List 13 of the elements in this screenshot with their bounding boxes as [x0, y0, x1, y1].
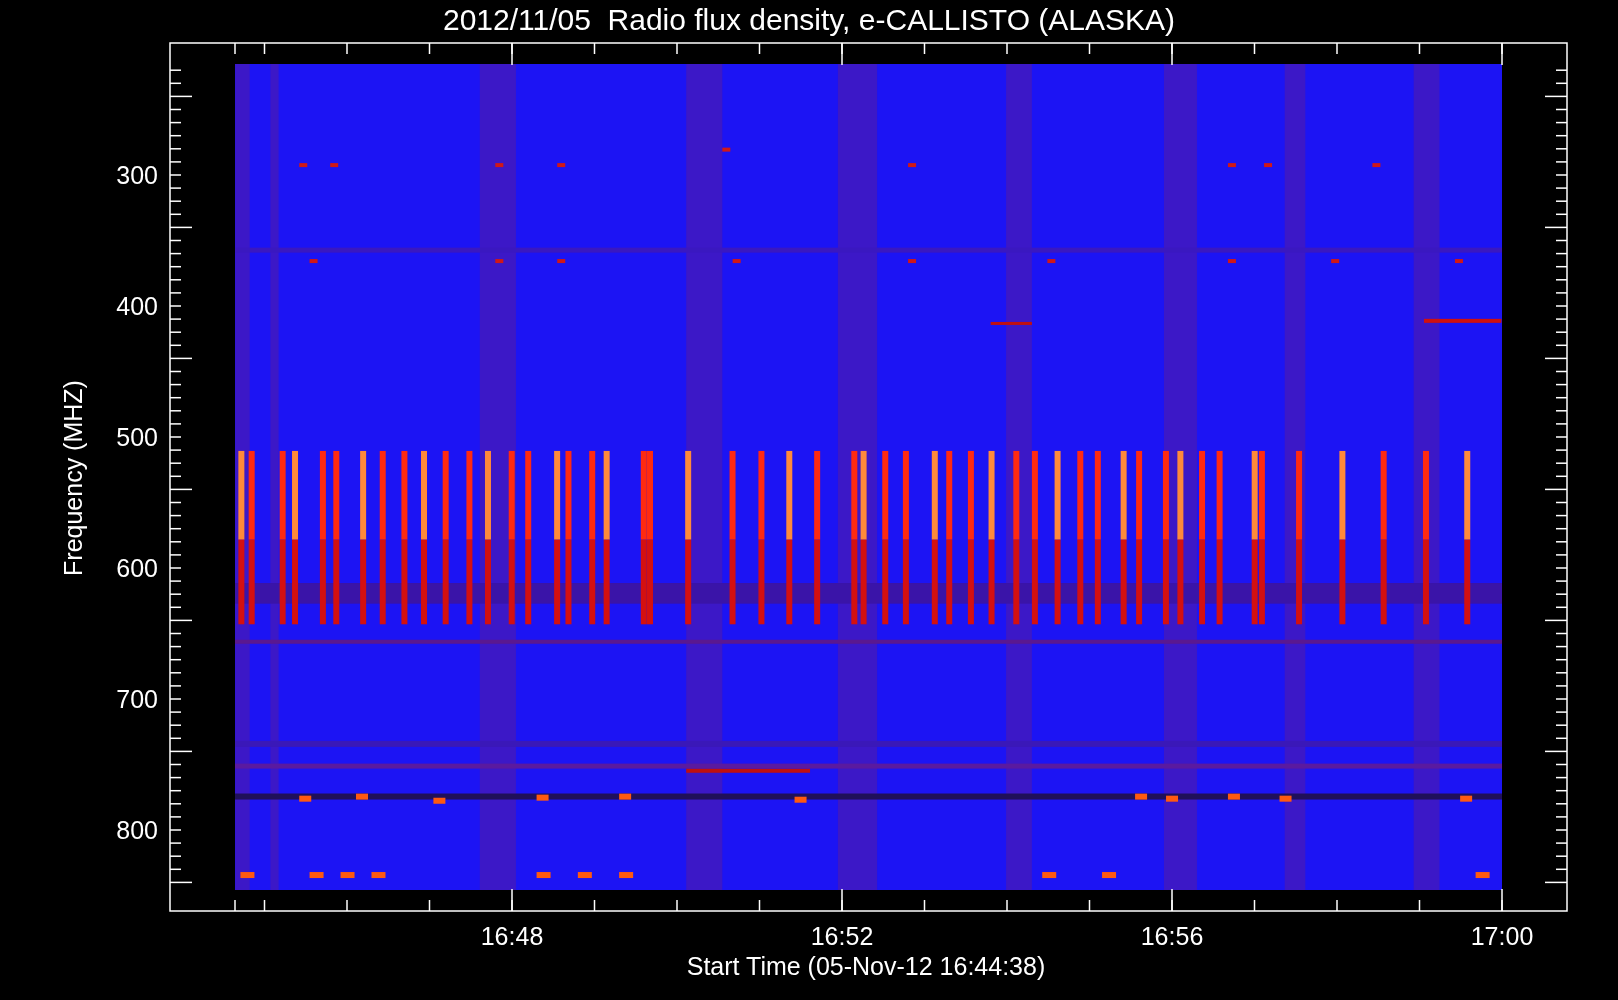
x-tick-label: 17:00 — [1470, 922, 1534, 950]
x-axis-label: Start Time (05-Nov-12 16:44:38) — [686, 952, 1046, 980]
y-tick-label: 500 — [116, 423, 158, 451]
x-tick-label: 16:56 — [1140, 922, 1204, 950]
y-axis-label: Frequency (MHZ) — [59, 380, 87, 576]
y-tick-label: 300 — [116, 161, 158, 189]
y-tick-label: 800 — [116, 816, 158, 844]
y-tick-label: 400 — [116, 292, 158, 320]
x-tick-label: 16:48 — [480, 922, 544, 950]
x-tick-label: 16:52 — [810, 922, 874, 950]
y-tick-label: 700 — [116, 685, 158, 713]
y-tick-label: 600 — [116, 554, 158, 582]
plot-title: 2012/11/05 Radio flux density, e-CALLISTO (ALASKA) — [442, 3, 1176, 36]
